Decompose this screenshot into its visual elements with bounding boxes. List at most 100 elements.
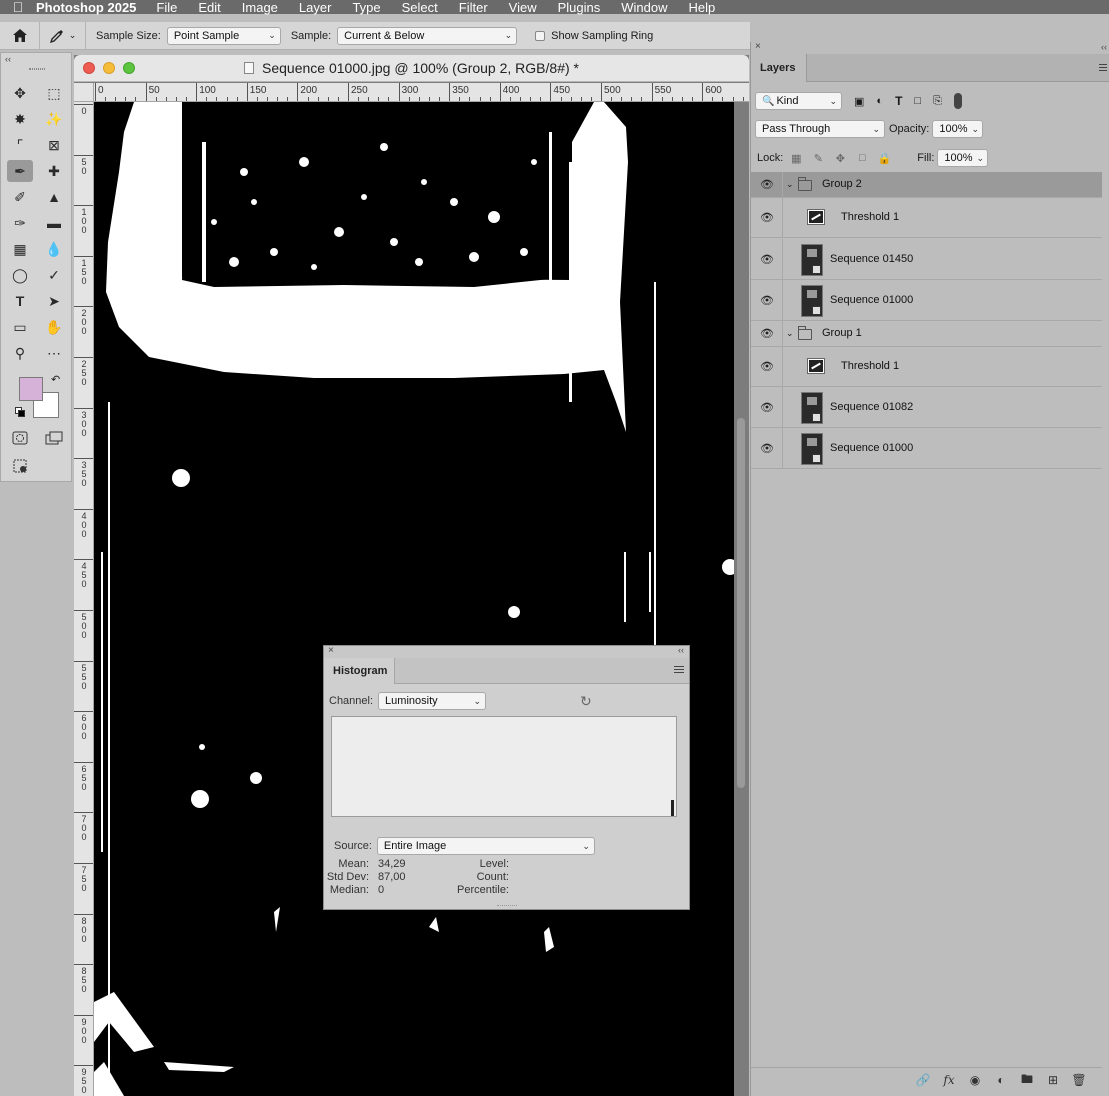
zoom-icon[interactable]: ⚲ (7, 342, 33, 364)
menu-window[interactable]: Window (621, 0, 667, 15)
lock-transparent-icon[interactable]: ▦ (789, 151, 803, 165)
close-icon[interactable]: × (328, 645, 334, 656)
lock-all-icon[interactable]: 🔒 (877, 151, 891, 165)
visibility-eye-icon[interactable]: 👁 (760, 401, 774, 414)
sample-dropdown[interactable]: Current & Below ⌄ (337, 26, 518, 45)
vertical-scrollbar[interactable] (734, 102, 749, 1096)
chevron-down-icon[interactable]: ⌄ (786, 179, 794, 190)
foreground-color-swatch[interactable] (19, 377, 43, 401)
opacity-input[interactable]: 100% ⌄ (932, 120, 984, 138)
layer-row[interactable]: 👁 Sequence 01000 (751, 280, 1102, 321)
menu-filter[interactable]: Filter (459, 0, 488, 15)
more-tools-icon[interactable]: ⋯ (41, 342, 67, 364)
type-icon[interactable]: T (7, 290, 33, 312)
lock-image-icon[interactable]: ✎ (811, 151, 825, 165)
document-titlebar[interactable]: Sequence 01000.jpg @ 100% (Group 2, RGB/… (74, 55, 749, 82)
new-layer-icon[interactable]: ⊞ (1040, 1073, 1066, 1087)
chevron-down-icon[interactable]: ⌄ (786, 328, 794, 339)
filter-toggle-icon[interactable] (953, 93, 962, 109)
type-filter-icon[interactable]: T (895, 94, 902, 108)
visibility-eye-icon[interactable]: 👁 (760, 360, 774, 373)
panel-menu-icon[interactable] (1099, 64, 1107, 73)
close-icon[interactable]: × (755, 41, 761, 52)
fill-input[interactable]: 100% ⌄ (937, 149, 989, 167)
home-button[interactable] (0, 21, 40, 50)
new-adjustment-icon[interactable]: ◐ (988, 1073, 1014, 1087)
layer-row[interactable]: 👁 Sequence 01082 (751, 387, 1102, 428)
vertical-ruler[interactable]: 0 50 100 150 200 250 300 350 400 450 500 550 600 650 7… (74, 102, 94, 1096)
histogram-panel-header[interactable]: × ‹‹ (324, 645, 689, 658)
gradient-icon[interactable]: ▦ (7, 238, 33, 260)
screen-mode-icon[interactable] (41, 427, 67, 449)
crop-icon[interactable]: ⌜ (7, 134, 33, 156)
new-group-icon[interactable]: 🖿 (1014, 1070, 1040, 1091)
blur-icon[interactable]: 💧 (41, 238, 67, 260)
visibility-eye-icon[interactable]: 👁 (760, 253, 774, 266)
layer-filter-dropdown[interactable]: 🔍 Kind ⌄ (755, 92, 842, 110)
menu-plugins[interactable]: Plugins (558, 0, 601, 15)
source-dropdown[interactable]: Entire Image ⌄ (376, 837, 595, 855)
lock-artboard-icon[interactable]: □ (855, 151, 869, 165)
menu-layer[interactable]: Layer (299, 0, 332, 15)
channel-dropdown[interactable]: Luminosity ⌄ (378, 692, 487, 710)
visibility-eye-icon[interactable]: 👁 (760, 211, 774, 224)
collapse-icon[interactable]: ‹‹ (678, 645, 684, 655)
panel-menu-icon[interactable] (674, 666, 684, 675)
scrollbar-thumb[interactable] (737, 418, 745, 788)
minimize-window-button[interactable] (103, 62, 115, 74)
link-layers-icon[interactable]: 🔗 (910, 1073, 936, 1087)
apple-icon[interactable]:  (0, 0, 36, 14)
layer-row[interactable]: 👁 Threshold 1 (751, 347, 1102, 387)
menu-view[interactable]: View (509, 0, 537, 15)
show-sampling-ring-checkbox[interactable] (535, 30, 546, 41)
tab-histogram[interactable]: Histogram (324, 658, 395, 684)
brush-icon[interactable]: ✐ (7, 186, 33, 208)
horizontal-ruler[interactable]: 0 50 100 150 200 250 300 350 400 450 500 550 600 (94, 83, 749, 102)
ruler-origin[interactable] (74, 83, 94, 102)
move-tool-icon[interactable]: ✥ (7, 82, 33, 104)
visibility-eye-icon[interactable]: 👁 (760, 294, 774, 307)
path-select-icon[interactable]: ➤ (41, 290, 67, 312)
tab-layers[interactable]: Layers (751, 54, 807, 82)
frame-icon[interactable]: ⊠ (41, 134, 67, 156)
shape-filter-icon[interactable]: □ (914, 95, 921, 107)
pen-icon[interactable]: ✓ (41, 264, 67, 286)
menu-type[interactable]: Type (352, 0, 380, 15)
healing-brush-icon[interactable]: ✚ (41, 160, 67, 182)
layer-style-icon[interactable]: fx (936, 1073, 962, 1087)
layer-row[interactable]: 👁 ⌄ Group 1 (751, 321, 1102, 347)
add-mask-icon[interactable]: ◉ (962, 1073, 988, 1087)
image-canvas[interactable] (94, 102, 734, 1096)
menu-help[interactable]: Help (689, 0, 716, 15)
clone-stamp-icon[interactable]: ▲ (41, 186, 67, 208)
smart-object-filter-icon[interactable]: ⎘ (933, 95, 942, 108)
pixel-filter-icon[interactable]: ▣ (854, 95, 864, 108)
dodge-icon[interactable]: ◯ (7, 264, 33, 286)
default-colors-icon[interactable] (15, 407, 25, 417)
menu-image[interactable]: Image (242, 0, 278, 15)
adjustment-filter-icon[interactable]: ◐ (876, 95, 883, 107)
polygon-lasso-icon[interactable]: ✸ (7, 108, 33, 130)
eraser-icon[interactable]: ▬ (41, 212, 67, 234)
blend-mode-dropdown[interactable]: Pass Through ⌄ (755, 120, 885, 138)
swap-colors-icon[interactable]: ↶ (51, 373, 60, 386)
rect-marquee-icon[interactable]: ⬚ (41, 82, 67, 104)
collapse-icon[interactable]: ‹‹ (5, 54, 11, 64)
quick-mask-icon[interactable] (7, 427, 33, 449)
refresh-icon[interactable]: ↻ (580, 693, 592, 710)
visibility-eye-icon[interactable]: 👁 (760, 442, 774, 455)
delete-layer-icon[interactable]: 🗑 (1066, 1073, 1092, 1087)
layer-row[interactable]: 👁 ⌄ Group 2 (751, 172, 1102, 198)
visibility-eye-icon[interactable]: 👁 (760, 327, 774, 340)
history-brush-icon[interactable]: ✑ (7, 212, 33, 234)
sample-size-dropdown[interactable]: Point Sample ⌄ (166, 26, 281, 45)
eyedropper-icon[interactable]: ✒ (7, 160, 33, 182)
layer-row[interactable]: 👁 Sequence 01000 (751, 428, 1102, 469)
close-window-button[interactable] (83, 62, 95, 74)
menu-edit[interactable]: Edit (198, 0, 220, 15)
panel-grip[interactable] (29, 68, 45, 70)
menu-app-name[interactable]: Photoshop 2025 (36, 0, 136, 15)
menu-file[interactable]: File (156, 0, 177, 15)
visibility-eye-icon[interactable]: 👁 (760, 178, 774, 191)
layer-row[interactable]: 👁 Sequence 01450 (751, 239, 1102, 280)
